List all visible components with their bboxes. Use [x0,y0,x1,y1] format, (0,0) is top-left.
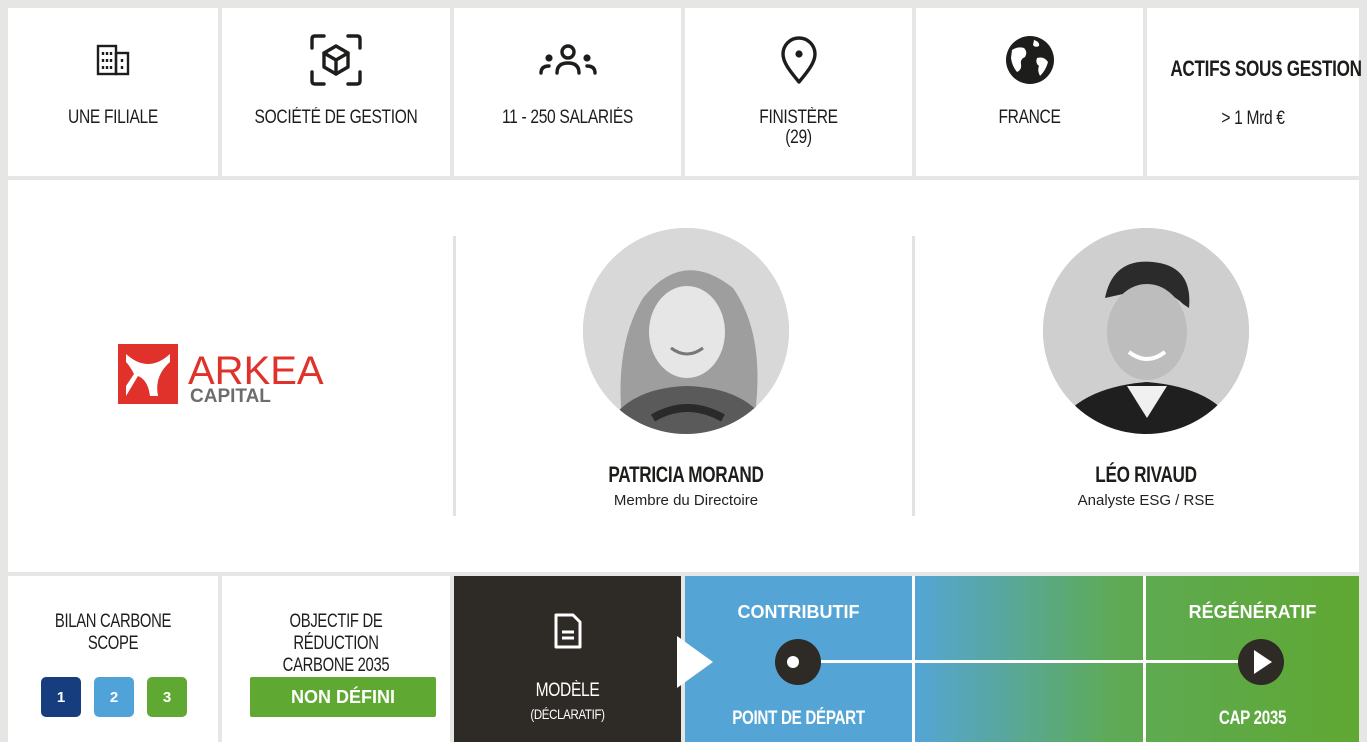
info-cell-country: FRANCE [916,8,1143,176]
person-card: PATRICIA MORAND Membre du Directoire [556,228,816,509]
info-label: FINISTÈRE (29) [759,107,838,148]
scope-1-badge: 1 [41,677,81,717]
people-group-icon [538,30,598,90]
info-label: 11 - 250 SALARIÉS [502,107,633,128]
info-cell-structure: UNE FILIALE [8,8,218,176]
carbon-scope-title: BILAN CARBONE SCOPE [54,611,172,654]
info-label: SOCIÉTÉ DE GESTION [254,107,418,128]
info-cell-type: SOCIÉTÉ DE GESTION [222,8,450,176]
avatar [1043,228,1249,434]
divider [912,236,915,516]
carbon-scope-cell: BILAN CARBONE SCOPE 1 2 3 [8,576,218,742]
avatar [583,228,789,434]
person-name: PATRICIA MORAND [608,462,764,487]
info-cell-aum: ACTIFS SOUS GESTION > 1 Mrd € [1147,8,1362,176]
location-pin-icon [769,30,829,90]
globe-icon [1000,30,1060,90]
building-icon [83,30,143,90]
scope-2-badge: 2 [94,677,134,717]
start-point-label: POINT DE DÉPART [732,708,865,729]
divider [453,236,456,516]
person-card: LÉO RIVAUD Analyste ESG / RSE [1016,228,1276,509]
trajectory-track: CONTRIBUTIF POINT DE DÉPART RÉGÉNÉRATIF … [685,576,1359,742]
trajectory-line [809,660,1249,663]
person-role: Analyste ESG / RSE [1077,492,1215,509]
team-section: ARKEA CAPITAL PATRICIA MORAND Membre du … [8,180,1359,572]
start-point-marker [775,639,821,685]
logo-sub-text: CAPITAL [190,386,271,406]
info-label: UNE FILIALE [68,107,158,128]
company-info-strip: UNE FILIALE SOCIÉTÉ DE GESTION 11 - 250 … [8,8,1362,176]
carbon-strip: BILAN CARBONE SCOPE 1 2 3 OBJECTIF DE RÉ… [8,576,1359,742]
document-icon [553,612,583,655]
info-label: FRANCE [998,107,1061,128]
target-label: CAP 2035 [1218,708,1287,729]
model-cell: MODÈLE (DÉCLARATIF) [454,576,681,742]
person-role: Membre du Directoire [613,492,759,509]
objective-status-badge: NON DÉFINI [250,677,436,717]
aum-title: ACTIFS SOUS GESTION [1170,56,1362,81]
end-stage-label: RÉGÉNÉRATIF [1188,602,1317,622]
person-name: LÉO RIVAUD [1095,462,1197,487]
divider [912,576,915,742]
info-cell-employees: 11 - 250 SALARIÉS [454,8,681,176]
cube-scan-icon [306,30,366,90]
target-arrow-icon [1238,639,1284,685]
play-arrow-icon [677,636,713,688]
start-stage-label: CONTRIBUTIF [737,602,860,622]
aum-value: > 1 Mrd € [1221,108,1285,129]
objective-cell: OBJECTIF DE RÉDUCTION CARBONE 2035 NON D… [222,576,450,742]
objective-title: OBJECTIF DE RÉDUCTION CARBONE 2035 [282,611,390,676]
model-sublabel: (DÉCLARATIF) [530,706,605,722]
divider [1143,576,1146,742]
info-cell-location: FINISTÈRE (29) [685,8,912,176]
scope-boxes: 1 2 3 [41,677,187,717]
model-label: MODÈLE [535,680,600,701]
scope-3-badge: 3 [147,677,187,717]
company-logo: ARKEA CAPITAL [118,344,358,407]
